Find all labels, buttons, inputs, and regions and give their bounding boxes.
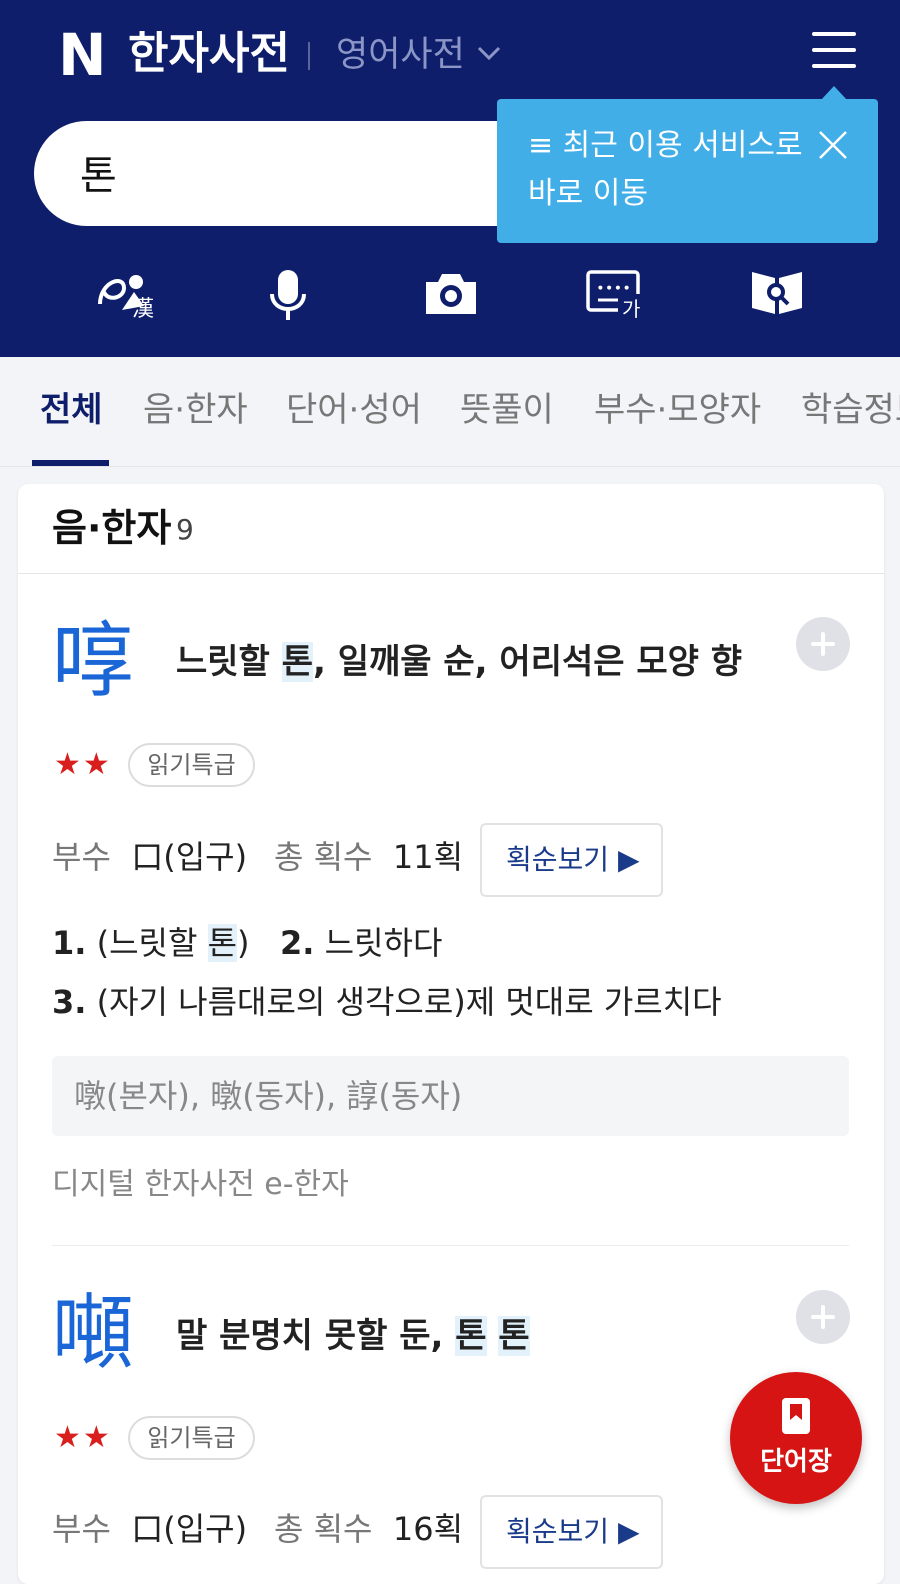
handwriting-hanja-icon[interactable]: 漢 bbox=[94, 262, 158, 326]
strokes-label: 총 획수 bbox=[274, 838, 373, 876]
title-separator bbox=[308, 42, 310, 70]
radical-value[interactable]: 口(입구) bbox=[131, 1510, 247, 1548]
radical-label: 부수 bbox=[52, 838, 111, 876]
tooltip-arrow bbox=[821, 86, 847, 100]
definition-line-2: 3. (자기 나름대로의 생각으로)제 멋대로 가르치다 bbox=[52, 977, 722, 1027]
hanja-character[interactable]: 啍 bbox=[52, 614, 134, 710]
tab-radical-shape[interactable]: 부수·모양자 bbox=[594, 384, 761, 436]
strokes-info: 총 획수 16획 bbox=[274, 1504, 463, 1554]
dictionary-switch[interactable]: 영어사전 bbox=[336, 28, 465, 82]
meaning-highlight: 톤 bbox=[455, 1316, 487, 1356]
radical-value[interactable]: 口(입구) bbox=[131, 838, 247, 876]
recent-services-tooltip[interactable] bbox=[497, 99, 878, 243]
tooltip-text-line2: 바로 이동 bbox=[528, 176, 648, 211]
tab-meaning[interactable]: 뜻풀이 bbox=[460, 384, 554, 436]
definition-line-1: 1. (느릿할 톤) 2. 느릿하다 bbox=[52, 918, 442, 968]
entry-divider bbox=[52, 1245, 849, 1246]
meaning-text: 말 분명치 못할 둔, bbox=[176, 1316, 456, 1356]
def-number: 3. bbox=[52, 983, 87, 1021]
level-badge: 읽기특급 bbox=[128, 743, 255, 787]
def-number: 2. bbox=[280, 924, 315, 962]
def-highlight: 톤 bbox=[207, 924, 238, 962]
radical-info: 부수 口(입구) bbox=[52, 832, 247, 882]
tab-all[interactable]: 전체 bbox=[40, 384, 103, 436]
def-number: 1. bbox=[52, 924, 87, 962]
def-text: (자기 나름대로의 생각으로)제 멋대로 가르치다 bbox=[86, 983, 722, 1021]
rating-stars: ★★ bbox=[54, 747, 112, 782]
strokes-label: 총 획수 bbox=[274, 1510, 373, 1548]
strokes-value: 16획 bbox=[392, 1510, 464, 1548]
svg-text:가: 가 bbox=[622, 297, 640, 321]
add-to-wordbook-button[interactable] bbox=[796, 617, 850, 671]
rating-stars: ★★ bbox=[54, 1420, 112, 1455]
def-text: ) bbox=[237, 924, 250, 962]
strokes-value: 11획 bbox=[392, 838, 464, 876]
meaning-text bbox=[487, 1316, 499, 1356]
tab-words-idioms[interactable]: 단어·성어 bbox=[286, 384, 422, 436]
wordbook-button[interactable] bbox=[730, 1372, 862, 1504]
keyboard-icon[interactable]: ∙∙∙∙ 가 bbox=[584, 262, 644, 326]
radical-label: 부수 bbox=[52, 1510, 111, 1548]
source-label[interactable]: 디지털 한자사전 e-한자 bbox=[52, 1160, 349, 1210]
meaning-text: 느릿할 bbox=[176, 642, 282, 682]
section-title: 음·한자 bbox=[52, 506, 172, 550]
camera-icon[interactable] bbox=[422, 262, 480, 326]
wordbook-label: 단어장 bbox=[760, 1447, 832, 1477]
svg-text:漢: 漢 bbox=[132, 297, 154, 322]
variant-forms[interactable]: 噋(본자), 暾(동자), 諄(동자) bbox=[52, 1056, 849, 1136]
search-query[interactable]: 톤 bbox=[80, 150, 117, 202]
svg-text:∙∙∙∙: ∙∙∙∙ bbox=[596, 280, 631, 296]
def-text: (느릿할 bbox=[86, 924, 208, 962]
tab-study-info[interactable]: 학습정보 bbox=[801, 384, 900, 436]
book-search-icon[interactable] bbox=[748, 262, 806, 326]
section-divider bbox=[18, 573, 884, 574]
strokes-info: 총 획수 11획 bbox=[274, 832, 463, 882]
page-title[interactable]: 한자사전 bbox=[128, 24, 290, 84]
hanja-meaning[interactable]: 말 분명치 못할 둔, 톤 톤 bbox=[176, 1310, 530, 1362]
tab-sound-hanja[interactable]: 음·한자 bbox=[143, 384, 248, 436]
category-tabs bbox=[0, 357, 900, 467]
chevron-down-icon[interactable] bbox=[474, 38, 504, 68]
tooltip-text-line1: ≡ 최근 이용 서비스로 bbox=[528, 128, 803, 163]
section-count: 9 bbox=[176, 513, 194, 546]
hanja-meaning[interactable]: 느릿할 톤, 일깨울 순, 어리석은 모양 향 bbox=[176, 636, 742, 688]
microphone-icon[interactable] bbox=[268, 262, 308, 326]
close-icon[interactable] bbox=[816, 128, 850, 162]
meaning-highlight: 톤 bbox=[498, 1316, 530, 1356]
radical-info: 부수 口(입구) bbox=[52, 1504, 247, 1554]
meaning-highlight: 톤 bbox=[281, 642, 313, 682]
level-badge: 읽기특급 bbox=[128, 1416, 255, 1460]
active-tab-indicator bbox=[32, 460, 109, 466]
bookmark-icon bbox=[782, 1398, 810, 1434]
hanja-character[interactable]: 噸 bbox=[52, 1286, 134, 1382]
hamburger-icon[interactable] bbox=[812, 32, 856, 76]
meaning-text: , 일깨울 순, 어리석은 모양 향 bbox=[312, 642, 743, 682]
def-text: 느릿하다 bbox=[314, 924, 443, 962]
stroke-order-button[interactable]: 획순보기 ▶ bbox=[480, 1495, 663, 1569]
stroke-order-button[interactable]: 획순보기 ▶ bbox=[480, 823, 663, 897]
add-to-wordbook-button[interactable] bbox=[796, 1290, 850, 1344]
naver-logo[interactable]: N bbox=[58, 22, 107, 88]
